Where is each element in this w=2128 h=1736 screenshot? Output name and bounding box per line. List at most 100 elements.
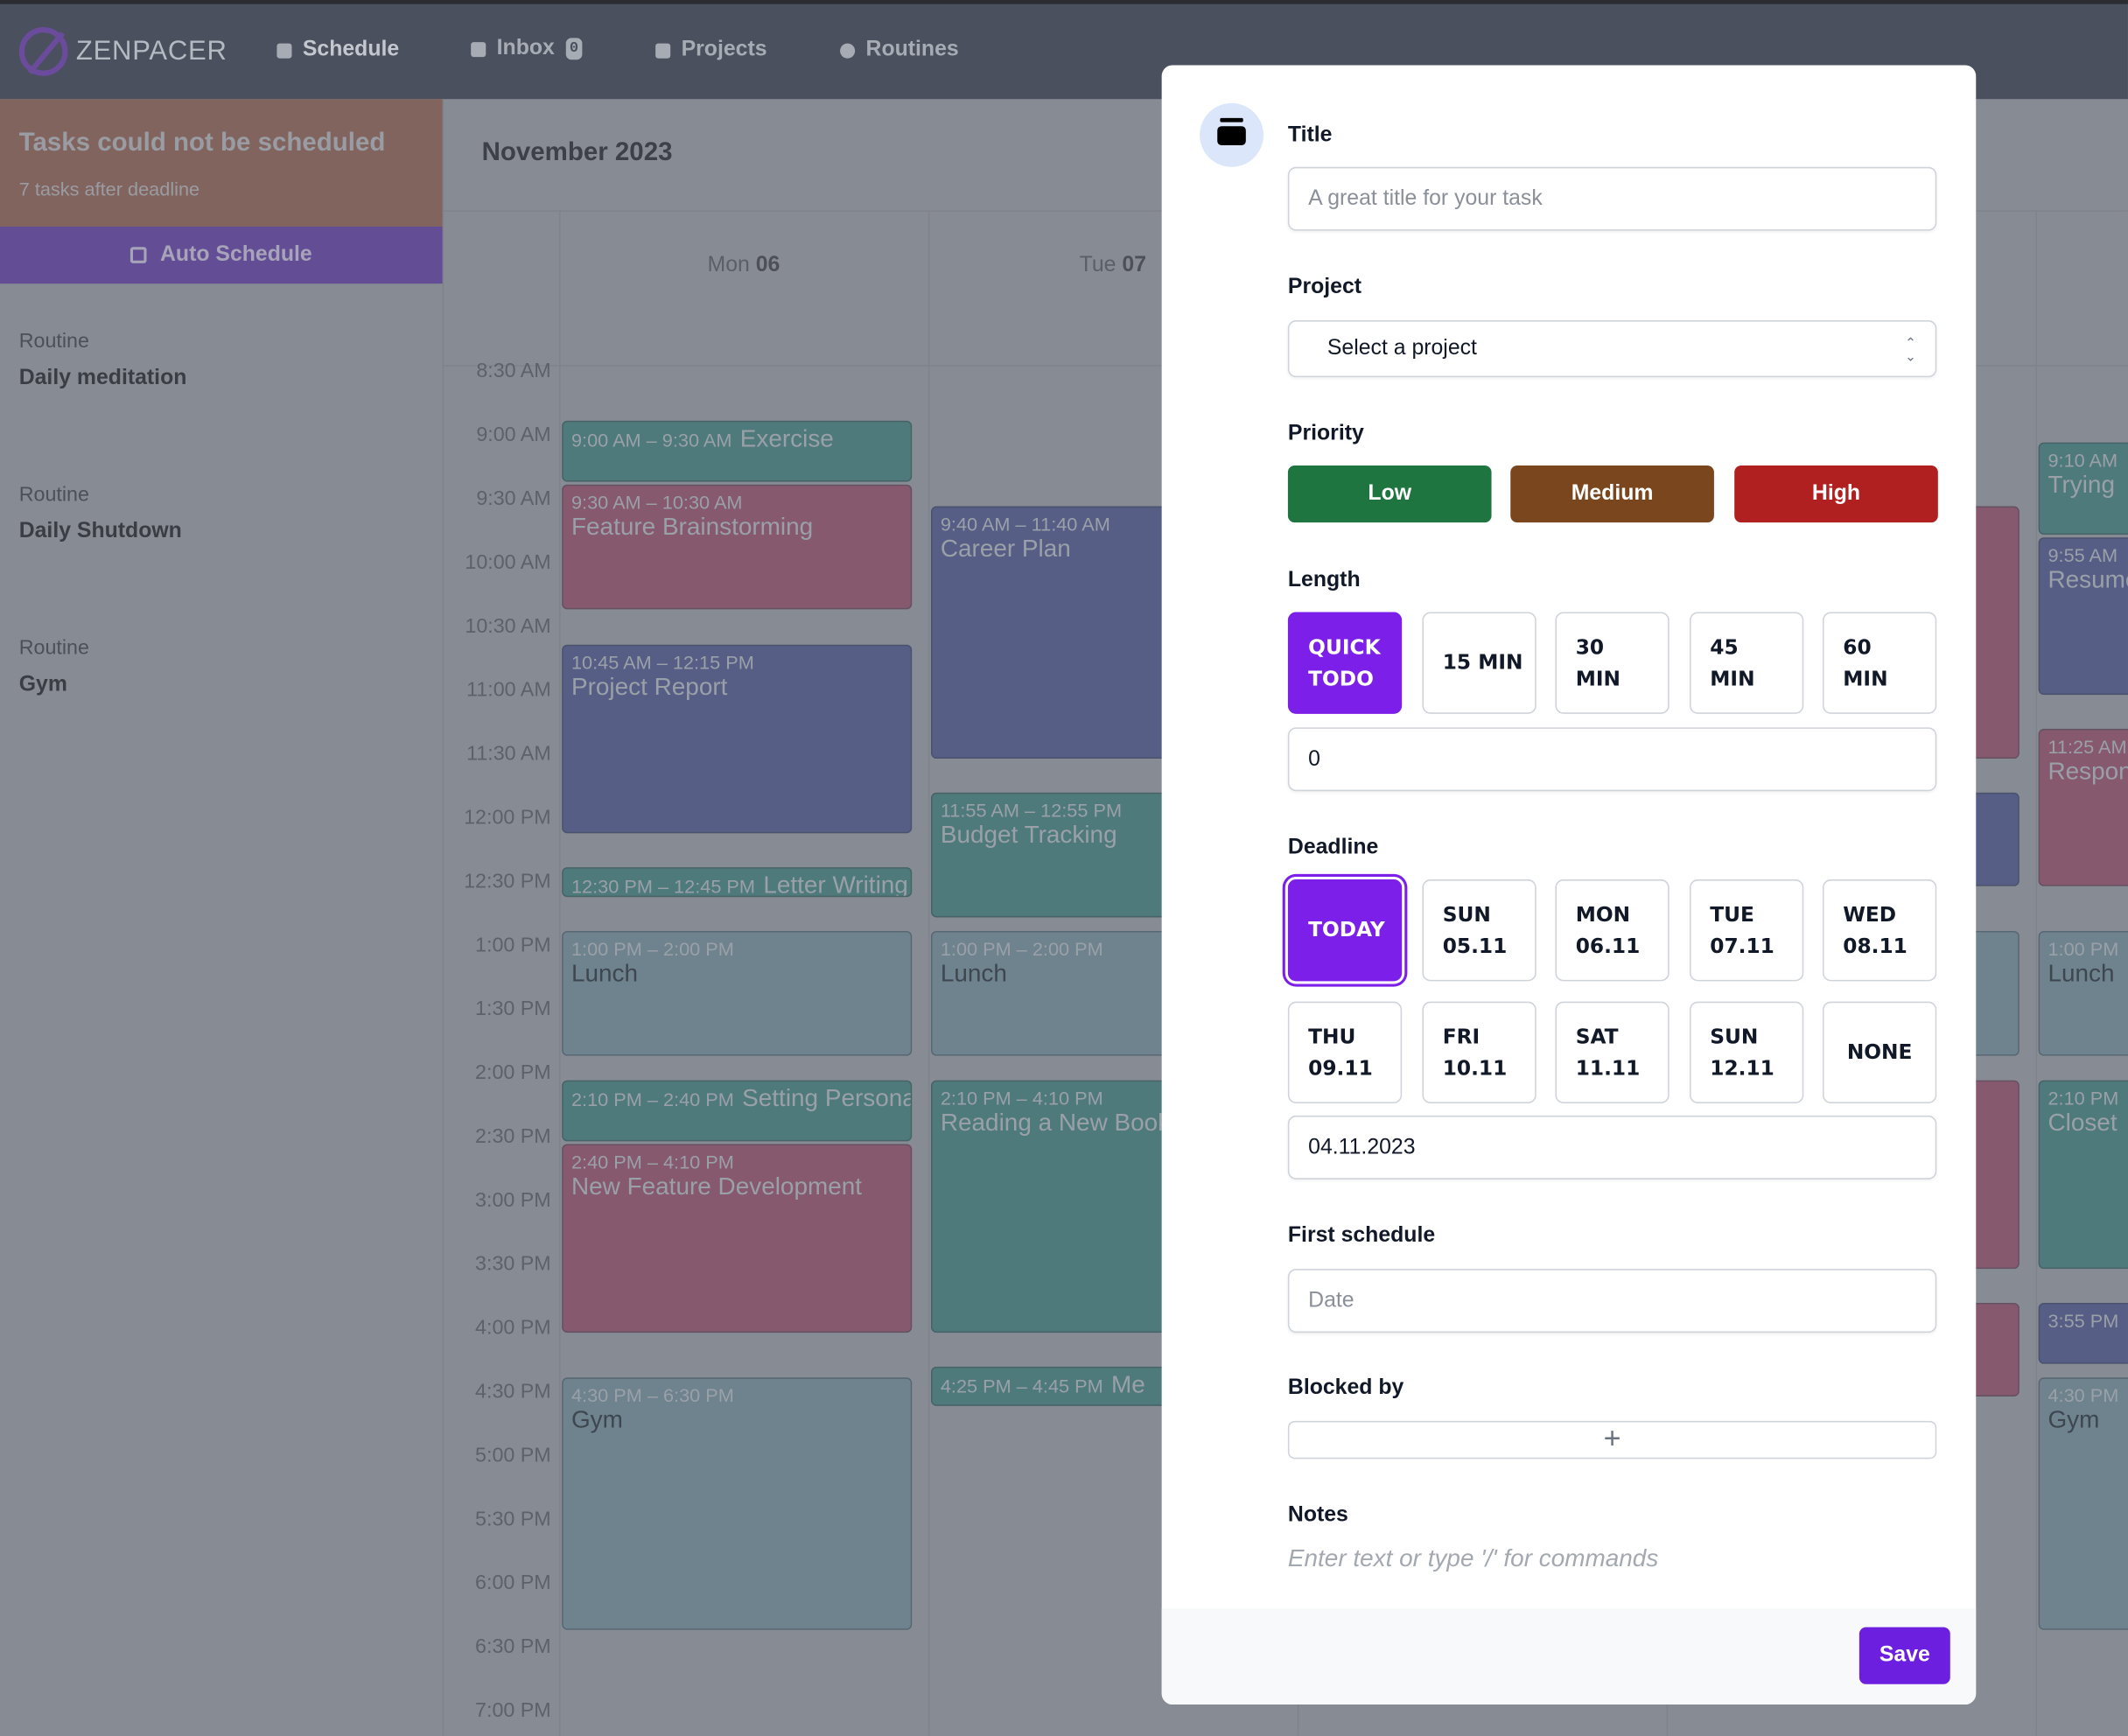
auto-schedule-button[interactable]: Auto Schedule [0, 227, 443, 284]
event-time: 10:45 AM – 12:15 PM [570, 650, 754, 673]
routine-name: Gym [18, 673, 67, 696]
option-label: 60 MIN [1843, 634, 1888, 690]
save-button[interactable]: Save [1858, 1627, 1950, 1684]
deadline-option[interactable]: SUN 12.11 [1689, 1001, 1804, 1103]
time-label: 1:00 PM [475, 934, 551, 957]
event-title: Respond [2048, 757, 2128, 785]
time-label: 9:30 AM [476, 486, 551, 511]
deadline-option[interactable]: FRI 10.11 [1422, 1001, 1536, 1103]
deadline-date-input[interactable] [1287, 1115, 1937, 1180]
day-header-mon: Mon 06 [707, 254, 780, 277]
calendar-event[interactable]: 12:30 PM – 12:45 PM Letter Writing [562, 867, 913, 897]
event-time: 9:55 AM [2048, 544, 2118, 567]
calendar-event[interactable]: 9:30 AM – 10:30 AM Feature Brainstorming [562, 484, 913, 610]
priority-low-button[interactable]: Low [1287, 465, 1492, 523]
routine-item[interactable]: Routine Daily meditation [19, 330, 187, 391]
length-option[interactable]: 45 MIN [1689, 612, 1804, 714]
time-label: 6:30 PM [475, 1634, 551, 1659]
deadline-option[interactable]: SAT 11.11 [1555, 1001, 1670, 1103]
deadline-option[interactable]: TUE 07.11 [1689, 879, 1804, 982]
event-title: New Feature Development [570, 1172, 863, 1200]
event-title: Project Report [570, 672, 728, 700]
option-label: FRI 10.11 [1442, 1024, 1508, 1080]
event-title: Exercise [739, 424, 834, 452]
routine-name: Daily Shutdown [18, 520, 182, 543]
priority-medium-button[interactable]: Medium [1510, 465, 1714, 523]
priority-high-button[interactable]: High [1734, 465, 1938, 523]
time-label: 5:30 PM [475, 1508, 551, 1531]
event-title: Closet [2048, 1108, 2118, 1136]
calendar-event[interactable]: 3:55 PM [2038, 1303, 2128, 1364]
deadline-option[interactable]: SUN 05.11 [1422, 879, 1536, 982]
time-label: 11:30 AM [466, 742, 551, 766]
nav-routines[interactable]: Routines [840, 38, 959, 62]
deadline-option[interactable]: THU 09.11 [1287, 1001, 1403, 1103]
deadline-option[interactable]: NONE [1822, 1001, 1937, 1103]
clock-icon [840, 42, 856, 58]
nav-projects[interactable]: Projects [655, 38, 767, 62]
length-option[interactable]: 60 MIN [1822, 612, 1937, 714]
event-title: Resume [2048, 566, 2128, 594]
calendar-month-title: November 2023 [481, 138, 673, 167]
notes-editor[interactable]: Enter text or type '/' for commands [1288, 1544, 1658, 1573]
event-title: Trying [2048, 470, 2115, 498]
calendar-event[interactable]: 9:10 AM Trying [2038, 442, 2128, 536]
blocked-by-label: Blocked by [1287, 1376, 1404, 1400]
time-label: 12:00 PM [464, 806, 551, 830]
event-time: 2:10 PM – 2:40 PM [570, 1088, 734, 1110]
notes-label: Notes [1287, 1503, 1348, 1527]
calendar-event[interactable]: 2:40 PM – 4:10 PM New Feature Development [562, 1143, 913, 1333]
event-time: 12:30 PM – 12:45 PM [570, 875, 756, 897]
event-title: Lunch [570, 959, 639, 987]
calendar-event[interactable]: 1:00 PM Lunch [2038, 930, 2128, 1056]
length-minutes-input[interactable] [1287, 727, 1937, 792]
calendar-event[interactable]: 4:30 PM – 6:30 PM Gym [562, 1377, 913, 1630]
logo[interactable]: ZENPACER [18, 27, 228, 76]
routine-item[interactable]: Routine Gym [19, 636, 89, 697]
length-option[interactable]: QUICK TODO [1287, 612, 1403, 714]
calendar-event[interactable]: 10:45 AM – 12:15 PM Project Report [562, 643, 913, 833]
calendar-event[interactable]: 9:55 AMResume [2038, 537, 2128, 695]
calendar-event[interactable]: 11:25 AMRespond [2038, 729, 2128, 886]
nav-schedule[interactable]: Schedule [276, 38, 399, 62]
event-time: 2:10 PM [2048, 1086, 2119, 1109]
first-schedule-input[interactable] [1287, 1269, 1937, 1334]
routine-item[interactable]: Routine Daily Shutdown [19, 483, 182, 544]
deadline-option[interactable]: WED 08.11 [1822, 879, 1937, 982]
folder-icon [655, 42, 671, 58]
logo-text: ZENPACER [75, 36, 228, 66]
inbox-icon [471, 41, 486, 57]
calendar-event[interactable]: 9:00 AM – 9:30 AM Exercise [562, 420, 913, 482]
nav-inbox[interactable]: Inbox 0 [471, 37, 583, 61]
option-label: 45 MIN [1710, 634, 1755, 690]
time-label: 3:00 PM [475, 1188, 551, 1213]
add-blocker-button[interactable]: + [1287, 1420, 1937, 1460]
calendar-event[interactable]: 1:00 PM – 2:00 PM Lunch [562, 930, 913, 1056]
time-label: 2:00 PM [475, 1060, 551, 1085]
event-time: 4:25 PM – 4:45 PM [940, 1375, 1103, 1397]
alert-title: Tasks could not be scheduled [18, 129, 386, 158]
option-label: WED 08.11 [1843, 901, 1908, 958]
length-option[interactable]: 30 MIN [1555, 612, 1670, 714]
deadline-option[interactable]: TODAY [1287, 879, 1403, 982]
calendar-event[interactable]: 2:10 PM – 2:40 PM Setting Personal Goals [562, 1080, 913, 1141]
event-time: 2:40 PM – 4:10 PM [570, 1150, 734, 1172]
calendar-event[interactable]: 4:30 PM Gym [2038, 1377, 2128, 1630]
option-label: MON 06.11 [1575, 901, 1641, 958]
inbox-count-badge: 0 [565, 38, 583, 60]
nav-label: Projects [681, 38, 767, 61]
project-select-value: Select a project [1326, 336, 1477, 360]
chevron-up-down-icon: ⌃ ⌄ [1904, 336, 1917, 366]
column-divider [559, 210, 561, 1736]
option-label: SUN 12.11 [1710, 1024, 1774, 1080]
length-option[interactable]: 15 MIN [1422, 612, 1536, 714]
option-label: THU 09.11 [1308, 1024, 1373, 1080]
option-label: 30 MIN [1575, 634, 1620, 690]
time-label: 6:00 PM [475, 1572, 551, 1595]
calendar-event[interactable]: 2:10 PM Closet [2038, 1080, 2128, 1269]
project-select[interactable]: Select a project ⌃ ⌄ [1287, 320, 1937, 378]
time-label: 12:30 PM [464, 870, 551, 893]
jar-icon [1200, 102, 1264, 167]
deadline-option[interactable]: MON 06.11 [1555, 879, 1670, 982]
title-input[interactable] [1287, 166, 1937, 231]
